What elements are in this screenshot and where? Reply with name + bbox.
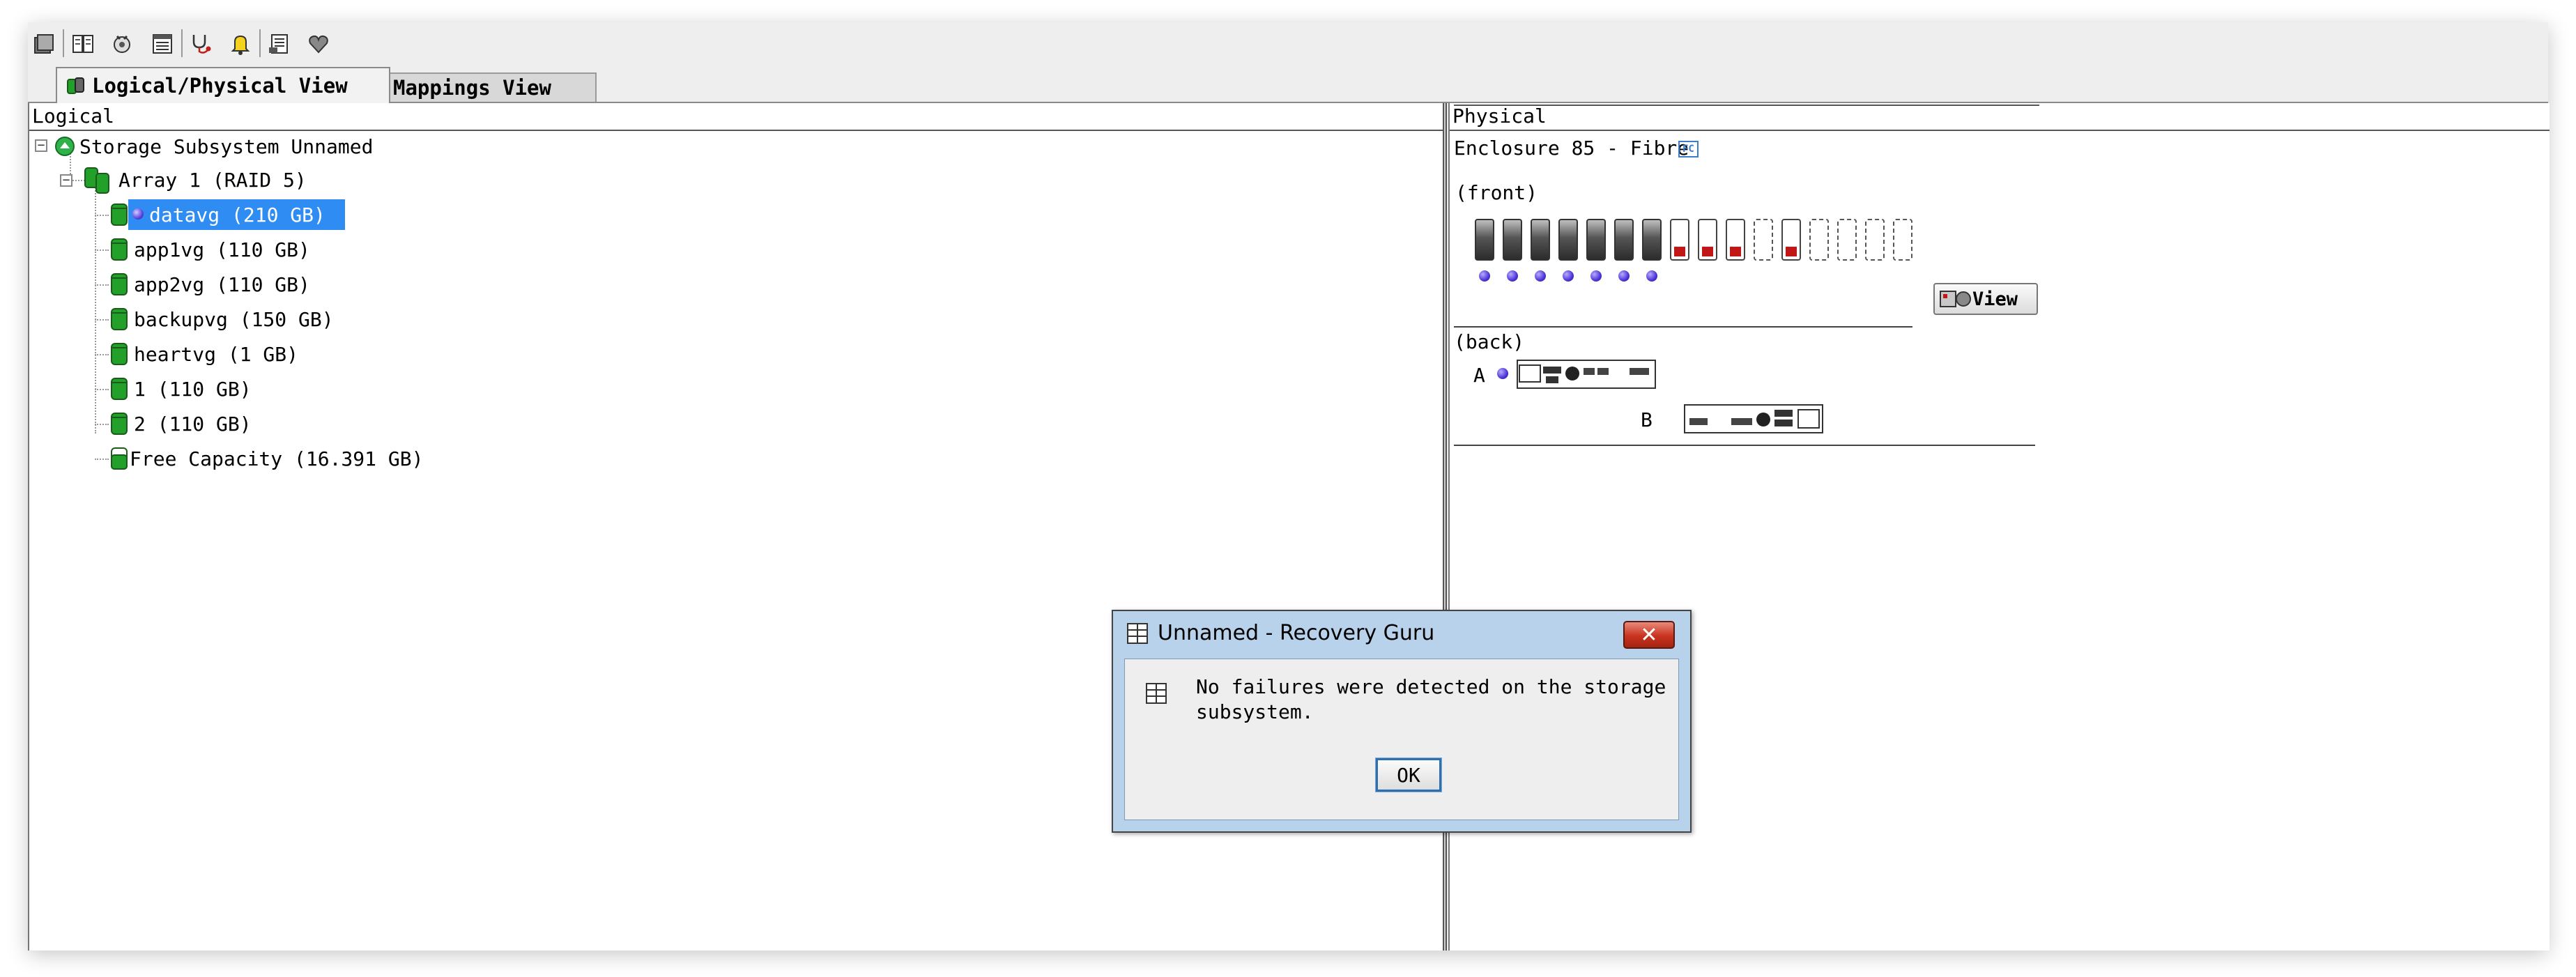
drive-slot[interactable]: [1698, 219, 1717, 261]
drive-slot[interactable]: [1781, 219, 1801, 261]
storage-subsystem-icon[interactable]: [28, 28, 60, 60]
volume-icon: [111, 238, 128, 261]
fibre-channel-badge: FC: [1678, 141, 1699, 157]
drive-slot[interactable]: [1809, 219, 1829, 261]
preferred-path-icon: [132, 208, 144, 220]
alert-bell-icon[interactable]: [224, 28, 256, 60]
ok-button[interactable]: OK: [1375, 757, 1442, 792]
dialog-message: No failures were detected on the storage…: [1196, 675, 1666, 723]
health-heart-icon[interactable]: [302, 28, 335, 60]
drive-slot[interactable]: [1837, 219, 1857, 261]
free-capacity-icon: [111, 447, 128, 470]
drive-slot[interactable]: [1865, 219, 1885, 261]
dialog-title: Unnamed - Recovery Guru: [1158, 621, 1435, 645]
info-grid-icon: [1146, 683, 1167, 704]
stethoscope-icon[interactable]: [185, 28, 217, 60]
volume-icon: [111, 273, 128, 295]
view-enclosure-button[interactable]: View: [1933, 283, 2038, 315]
controller-a-label: A: [1473, 364, 1485, 387]
controller-b[interactable]: [1684, 404, 1823, 433]
tree-item-volume[interactable]: app2vg (110 GB): [110, 269, 310, 300]
controller-a[interactable]: [1517, 360, 1656, 389]
tree-item-volume[interactable]: app1vg (110 GB): [110, 234, 310, 265]
volume-icon: [111, 413, 128, 435]
book-icon[interactable]: [67, 28, 99, 60]
drive-led: [1479, 270, 1490, 282]
recovery-guru-dialog: Unnamed - Recovery Guru ✕ No failures we…: [1112, 610, 1692, 833]
collapse-array-toggle[interactable]: −: [60, 174, 72, 187]
subsystem-status-icon: [55, 137, 75, 156]
tab-mappings-view[interactable]: Mappings View: [365, 72, 597, 102]
tab-label: Logical/Physical View: [92, 74, 348, 98]
controller-a-led: [1497, 368, 1508, 379]
enclosure-view-icon: [1940, 291, 1971, 307]
tree-item-volume[interactable]: datavg (210 GB): [110, 199, 345, 230]
main-window: Logical/Physical View Mappings View Logi…: [28, 22, 2550, 951]
tree-item-volume[interactable]: backupvg (150 GB): [110, 304, 334, 334]
volume-icon: [111, 203, 128, 226]
drive-slot[interactable]: [1558, 219, 1578, 261]
view-tabs: Logical/Physical View Mappings View: [28, 66, 2548, 103]
drive-slot[interactable]: [1614, 219, 1634, 261]
front-label: (front): [1455, 181, 1538, 204]
drive-led: [1590, 270, 1602, 282]
drive-slot[interactable]: [1503, 219, 1522, 261]
controller-b-label: B: [1641, 408, 1653, 431]
drive-led: [1563, 270, 1574, 282]
tree-item-storage-subsystem[interactable]: Storage Subsystem Unnamed: [54, 131, 373, 162]
tree-item-volume[interactable]: 1 (110 GB): [110, 374, 252, 404]
dialog-body: No failures were detected on the storage…: [1124, 659, 1679, 820]
drive-slot[interactable]: [1475, 219, 1494, 261]
drive-slot[interactable]: [1893, 219, 1912, 261]
dialog-title-bar: Unnamed - Recovery Guru: [1126, 621, 1434, 645]
tab-logical-physical-view[interactable]: Logical/Physical View: [56, 67, 390, 103]
toolbar: [28, 22, 2548, 66]
tree-item-array[interactable]: Array 1 (RAID 5): [84, 164, 307, 195]
drive-led: [1535, 270, 1546, 282]
collapse-root-toggle[interactable]: −: [35, 139, 47, 152]
drive-slot[interactable]: [1726, 219, 1745, 261]
tree-item-free-capacity[interactable]: Free Capacity (16.391 GB): [110, 443, 423, 474]
settings-gear-icon[interactable]: [106, 28, 138, 60]
enclosure-label: Enclosure 85 - Fibre: [1454, 137, 1689, 160]
selected-volume-label: datavg (210 GB): [128, 199, 345, 230]
physical-header: Physical: [1450, 103, 2550, 131]
volume-icon: [111, 308, 128, 330]
script-icon[interactable]: [263, 28, 296, 60]
volume-icon: [111, 378, 128, 400]
array-icon: [84, 167, 109, 194]
volume-icon: [111, 343, 128, 365]
drive-slot[interactable]: [1531, 219, 1550, 261]
drive-led: [1646, 270, 1657, 282]
drive-led: [1507, 270, 1518, 282]
tree-item-volume[interactable]: heartvg (1 GB): [110, 339, 298, 369]
tab-label: Mappings View: [393, 76, 551, 100]
list-icon[interactable]: [146, 28, 178, 60]
drive-led: [1618, 270, 1630, 282]
recovery-guru-icon: [1127, 622, 1148, 644]
tree-item-volume[interactable]: 2 (110 GB): [110, 408, 252, 439]
logical-header: Logical: [29, 103, 1443, 131]
drive-slot[interactable]: [1670, 219, 1689, 261]
back-label: (back): [1454, 330, 1525, 353]
close-icon: ✕: [1640, 622, 1658, 647]
drive-slot[interactable]: [1586, 219, 1606, 261]
volume-tab-icon: [67, 77, 84, 94]
close-button[interactable]: ✕: [1623, 621, 1675, 649]
drive-slot[interactable]: [1754, 219, 1773, 261]
drive-slot[interactable]: [1642, 219, 1662, 261]
